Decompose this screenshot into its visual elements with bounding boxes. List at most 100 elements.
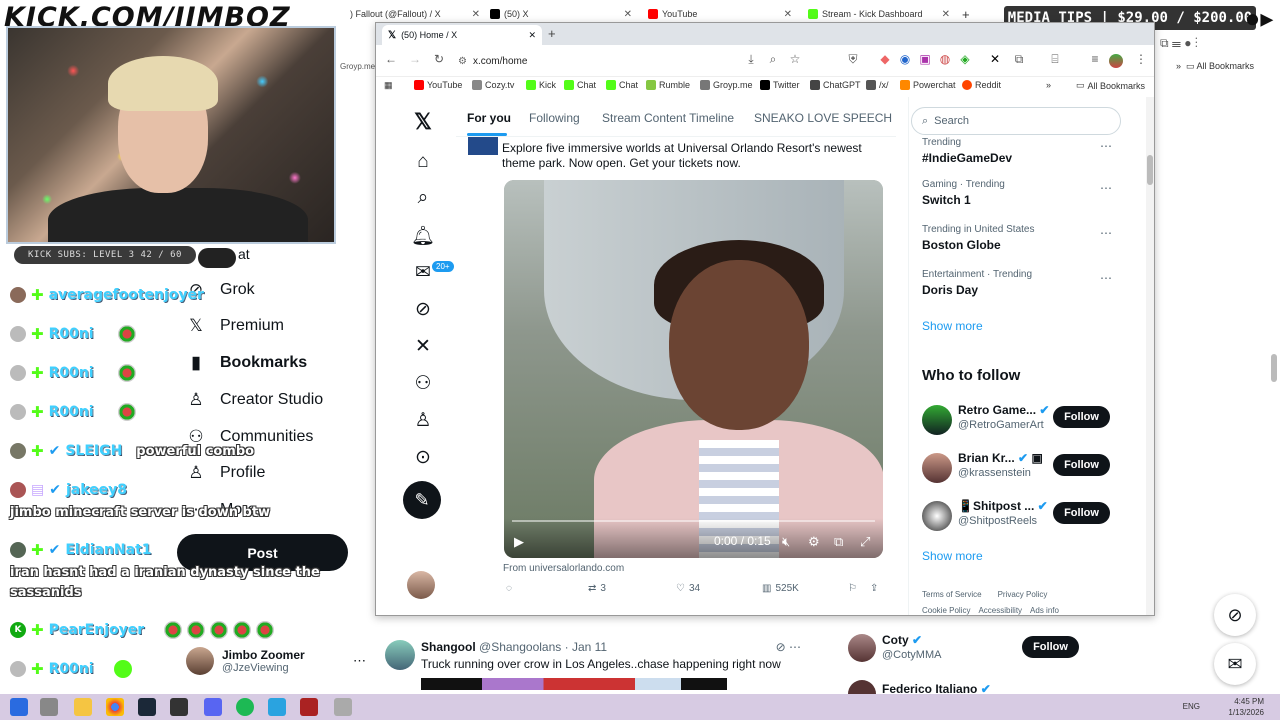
all-bookmarks[interactable]: ▭ All Bookmarks <box>1076 80 1145 91</box>
site-info-icon[interactable]: ⚙ <box>458 56 467 67</box>
grok-icon[interactable]: ⊘ <box>398 298 448 321</box>
video-player[interactable]: ▶ 0:00 / 0:15 🔇︎ ⚙ ⧉ ⤢ <box>504 180 883 558</box>
browser-tab-youtube[interactable]: YouTube ✕ <box>648 6 792 22</box>
follow-name[interactable]: Coty <box>882 633 909 647</box>
footer-link[interactable]: Accessibility <box>978 606 1022 616</box>
tab-stream-content-timeline[interactable]: Stream Content Timeline <box>602 111 734 125</box>
bookmarks-overflow-icon[interactable]: » <box>1046 80 1051 90</box>
spotify-icon[interactable] <box>236 698 254 716</box>
active-tab[interactable]: 𝕏 (50) Home / X ✕ <box>382 25 542 45</box>
bookmark-x-folder[interactable]: /x/ <box>866 80 889 90</box>
app-icon[interactable] <box>300 698 318 716</box>
more-icon[interactable]: ⋯ <box>1100 181 1112 195</box>
chat-username[interactable]: R00ni <box>49 326 94 342</box>
communities-icon[interactable]: ⚇ <box>398 372 448 395</box>
footer-link[interactable]: Privacy Policy <box>998 590 1048 599</box>
more-icon[interactable]: ⋯ <box>1100 139 1112 153</box>
star-icon[interactable]: ☆ <box>786 52 804 66</box>
nav-item-profile[interactable]: ♙ Profile <box>186 461 265 485</box>
puzzle-icon[interactable]: ⧉ <box>1010 52 1028 67</box>
ad-avatar[interactable] <box>468 137 498 155</box>
close-icon[interactable]: ✕ <box>624 9 632 20</box>
bookmark-youtube[interactable]: YouTube <box>414 80 462 90</box>
profile-avatar[interactable] <box>1109 54 1123 68</box>
search-icon[interactable]: ⌕ <box>398 187 448 209</box>
follow-suggestion[interactable]: Brian Kr... ✔ ▣ @krassenstein Follow <box>922 449 1122 489</box>
menu-icon[interactable]: ⋮ <box>1132 52 1150 66</box>
steam-icon[interactable] <box>138 698 156 716</box>
notifications-icon[interactable]: 🔔︎ <box>398 224 448 248</box>
media-icon[interactable]: ≡ <box>1086 52 1104 66</box>
like-button[interactable]: ♡ 34 <box>676 583 700 594</box>
account-switcher[interactable]: Jimbo Zoomer @JzeViewing ⋯ <box>186 645 366 677</box>
chat-username[interactable]: R00ni <box>49 365 94 381</box>
tab-for-you[interactable]: For you <box>467 111 511 125</box>
more-icon[interactable]: ⊘ ⋯ <box>776 640 801 654</box>
page-scrollbar[interactable] <box>1271 354 1277 382</box>
chat-username[interactable]: SLEIGH <box>65 443 122 459</box>
tab-following[interactable]: Following <box>529 111 580 125</box>
trend-item[interactable]: Trending #IndieGameDev ⋯ <box>922 137 1112 165</box>
app-icon[interactable] <box>334 698 352 716</box>
footer-link[interactable]: Ads info <box>1030 606 1059 616</box>
pip-icon[interactable]: ⧉ <box>834 534 843 550</box>
task-view-icon[interactable] <box>40 698 58 716</box>
install-icon[interactable]: ⤓ <box>742 52 760 67</box>
chrome-icon[interactable] <box>106 698 124 716</box>
extension-icon[interactable]: ◉ <box>896 52 914 66</box>
bookmark-chat[interactable]: Chat <box>564 80 596 90</box>
nav-item-premium[interactable]: 𝕏 Premium <box>186 314 284 338</box>
close-icon[interactable]: ✕ <box>472 9 480 20</box>
zoom-icon[interactable]: ⌕ <box>764 52 782 67</box>
metamask-icon[interactable]: ◆ <box>876 52 894 66</box>
scrollbar-thumb[interactable] <box>1147 155 1153 185</box>
discord-icon[interactable] <box>204 698 222 716</box>
tweet-author-name[interactable]: Shangool <box>421 640 476 654</box>
bookmark-groyp[interactable]: Groyp.me <box>700 80 753 90</box>
follow-name[interactable]: 📱Shitpost ... <box>958 499 1034 513</box>
premium-x-icon[interactable]: ✕ <box>398 335 448 358</box>
bookmark-kick[interactable]: Kick <box>526 80 556 90</box>
extension-icon[interactable]: ◍ <box>936 52 954 66</box>
fullscreen-icon[interactable]: ⤢ <box>860 534 870 550</box>
reply-button[interactable]: ◌ <box>506 583 512 594</box>
chat-username[interactable]: R00ni <box>49 404 94 420</box>
forward-icon[interactable]: → <box>406 52 424 66</box>
new-tab-button[interactable]: + <box>962 6 976 22</box>
nav-item-creator-studio[interactable]: ♙ Creator Studio <box>186 388 323 412</box>
browser-tab-fallout[interactable]: ) Fallout (@Fallout) / X ✕ <box>350 6 480 22</box>
close-icon[interactable]: ✕ <box>942 9 950 20</box>
new-tab-button[interactable]: + <box>548 26 556 41</box>
shield-icon[interactable]: ⛨ <box>844 52 862 67</box>
footer-link[interactable]: Terms of Service <box>922 590 982 599</box>
nav-item-bookmarks[interactable]: ▮ Bookmarks <box>186 351 307 375</box>
telegram-icon[interactable] <box>268 698 286 716</box>
bookmark-powerchat[interactable]: Powerchat <box>900 80 956 90</box>
mute-icon[interactable]: 🔇︎ <box>782 534 790 550</box>
tweet-media[interactable] <box>421 678 727 690</box>
show-more-follow-link[interactable]: Show more <box>922 549 983 563</box>
system-clock[interactable]: 4:45 PM 1/13/2026 <box>1228 696 1264 718</box>
file-explorer-icon[interactable] <box>74 698 92 716</box>
browser-tab-x[interactable]: (50) X ✕ <box>490 6 632 22</box>
search-input[interactable]: ⌕ Search <box>911 107 1121 135</box>
video-progress-bar[interactable] <box>512 520 875 522</box>
trend-item[interactable]: Trending in United States Boston Globe ⋯ <box>922 224 1112 252</box>
bookmark-twitter[interactable]: Twitter <box>760 80 800 90</box>
chat-username[interactable]: PearEnjoyer <box>49 622 145 638</box>
reload-icon[interactable]: ↻ <box>430 52 448 66</box>
show-more-trends-link[interactable]: Show more <box>922 319 983 333</box>
chat-username[interactable]: averagefootenjoyer <box>49 287 204 303</box>
close-icon[interactable]: ✕ <box>784 9 792 20</box>
windows-start-icon[interactable] <box>10 698 28 716</box>
bookmark-reddit[interactable]: Reddit <box>962 80 1001 90</box>
trend-item[interactable]: Entertainment · Trending Doris Day ⋯ <box>922 269 1112 297</box>
x-logo-icon[interactable]: 𝕏 <box>398 109 448 135</box>
follow-suggestion[interactable]: Retro Game... ✔ @RetroGamerArt Follow <box>922 401 1122 441</box>
avatar[interactable] <box>407 571 435 599</box>
follow-button[interactable]: Follow <box>1053 406 1110 428</box>
background-tweet[interactable]: Shangool @Shangoolans · Jan 11 ⊘ ⋯ Truck… <box>375 620 815 690</box>
grok-float-button[interactable]: ⊘ <box>1214 594 1256 636</box>
footer-link[interactable]: Cookie Policy <box>922 606 970 616</box>
chat-username[interactable]: jakeey8 <box>66 482 127 498</box>
